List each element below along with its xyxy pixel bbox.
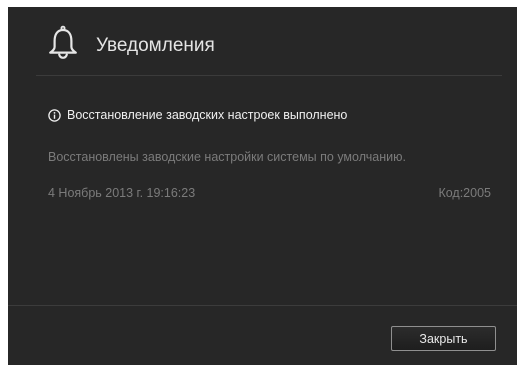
notifications-dialog: Уведомления Восстановление заводских нас… xyxy=(8,7,517,365)
notification-body: Восстановлены заводские настройки систем… xyxy=(48,150,406,164)
dialog-title: Уведомления xyxy=(96,35,215,56)
header-divider xyxy=(36,75,502,76)
bell-icon xyxy=(49,25,77,59)
notification-title: Восстановление заводских настроек выполн… xyxy=(67,108,348,122)
dialog-header: Уведомления xyxy=(8,7,517,83)
notification-date: 4 Ноябрь 2013 г. 19:16:23 xyxy=(48,186,196,200)
notification-code: Код:2005 xyxy=(438,186,491,200)
info-icon xyxy=(48,108,61,122)
footer-divider xyxy=(8,305,517,306)
notification-heading: Восстановление заводских настроек выполн… xyxy=(48,107,347,123)
close-button[interactable]: Закрыть xyxy=(391,326,496,351)
